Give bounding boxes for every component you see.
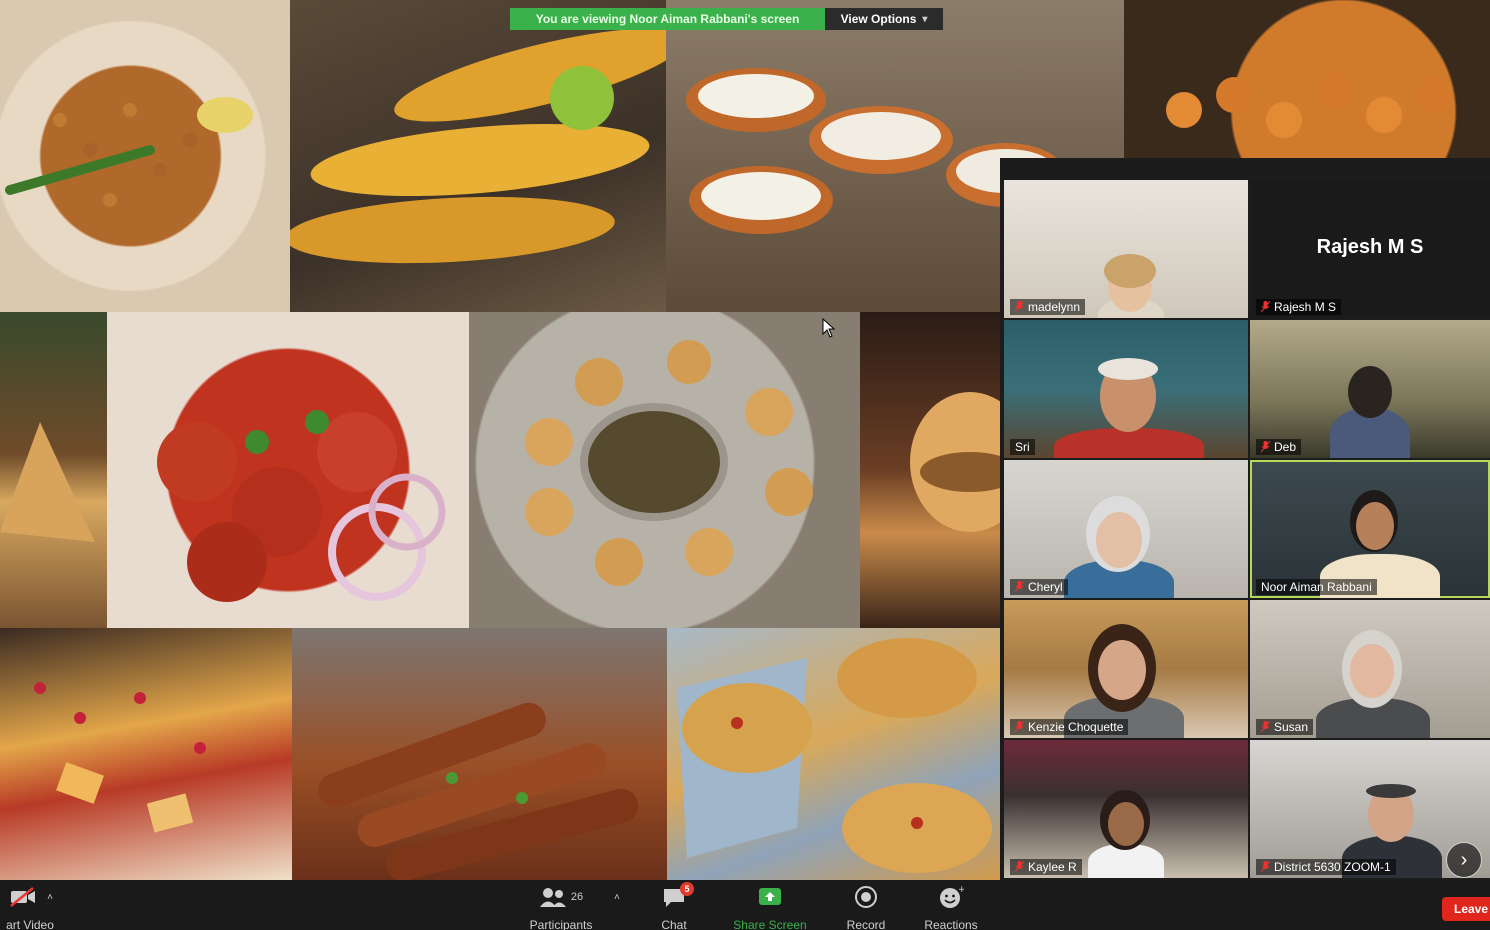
participant-name-tag: District 5630 ZOOM-1 xyxy=(1256,859,1396,875)
participant-name: Kenzie Choquette xyxy=(1028,720,1124,734)
participant-name: Cheryl xyxy=(1028,580,1063,594)
participant-tile[interactable]: Deb xyxy=(1250,320,1490,458)
chat-button[interactable]: 5 Chat xyxy=(652,882,696,930)
participant-name: Susan xyxy=(1274,720,1309,734)
mic-muted-icon xyxy=(1261,441,1270,453)
svg-text:+: + xyxy=(958,885,964,895)
participant-name-tag: madelynn xyxy=(1010,299,1086,315)
participants-count: 26 xyxy=(570,891,584,903)
record-button[interactable]: Record xyxy=(838,884,894,930)
mic-muted-icon xyxy=(1015,861,1024,873)
participant-name-tag: Deb xyxy=(1256,439,1302,455)
participant-tile[interactable]: Kaylee R xyxy=(1004,740,1248,878)
participant-tile[interactable]: Sri xyxy=(1004,320,1248,458)
mic-muted-icon xyxy=(1261,301,1270,313)
photo-seekh-kebab xyxy=(292,628,667,880)
share-screen-label: Share Screen xyxy=(733,918,807,930)
meeting-toolbar: ˄ art Video 26 Participants ˄ 5 Chat Sha… xyxy=(0,880,1490,930)
chat-label: Chat xyxy=(661,918,687,930)
view-options-label: View Options xyxy=(840,12,917,26)
photo-roasted-corn xyxy=(290,0,666,312)
mic-muted-icon xyxy=(1015,581,1024,593)
participant-name-tag: Kenzie Choquette xyxy=(1010,719,1129,735)
mic-muted-icon xyxy=(1015,721,1024,733)
start-video-label: art Video xyxy=(6,918,54,930)
participant-name-tag: Rajesh M S xyxy=(1256,299,1342,315)
mic-muted-icon xyxy=(1261,861,1270,873)
share-screen-button[interactable]: Share Screen xyxy=(726,884,814,930)
participant-name-tag: Susan xyxy=(1256,719,1314,735)
participant-display-name: Rajesh M S xyxy=(1316,236,1424,258)
chat-unread-badge: 5 xyxy=(680,882,694,896)
mic-muted-icon xyxy=(1261,721,1270,733)
photo-chicken-65 xyxy=(107,312,469,628)
photo-papdi-chaat xyxy=(0,628,292,880)
participant-name: Sri xyxy=(1015,440,1030,454)
participant-name: Noor Aiman Rabbani xyxy=(1261,580,1372,594)
participants-label: Participants xyxy=(529,918,593,930)
participant-tile-active-speaker[interactable]: Noor Aiman Rabbani xyxy=(1250,460,1490,598)
participant-tile[interactable]: madelynn xyxy=(1004,180,1248,318)
reactions-button[interactable]: + Reactions xyxy=(918,884,984,930)
photo-samosa xyxy=(0,312,107,628)
chevron-up-icon[interactable]: ˄ xyxy=(47,892,53,903)
photo-chana-chaat xyxy=(0,0,290,312)
participant-tile[interactable]: Cheryl xyxy=(1004,460,1248,598)
photo-kachori xyxy=(1124,0,1490,160)
participant-name-tag: Sri xyxy=(1010,439,1035,455)
viewing-screen-text: You are viewing Noor Aiman Rabbani's scr… xyxy=(535,12,800,26)
photo-vada-pav xyxy=(860,312,1000,628)
participants-icon xyxy=(539,888,566,907)
reactions-icon: + xyxy=(940,885,964,908)
next-page-button[interactable]: › xyxy=(1446,842,1482,878)
mouse-cursor-icon xyxy=(822,318,836,338)
chevron-up-icon[interactable]: ˄ xyxy=(614,892,620,903)
photo-pani-puri xyxy=(469,312,860,628)
participant-name: madelynn xyxy=(1028,300,1081,314)
participants-button[interactable]: 26 Participants xyxy=(524,884,598,930)
share-screen-icon xyxy=(759,888,781,905)
participant-tile[interactable]: Kenzie Choquette xyxy=(1004,600,1248,738)
participant-name: Kaylee R xyxy=(1028,860,1077,874)
viewing-screen-banner: You are viewing Noor Aiman Rabbani's scr… xyxy=(510,8,825,30)
participant-name: Deb xyxy=(1274,440,1297,454)
chevron-right-icon: › xyxy=(1460,848,1468,871)
leave-button[interactable]: Leave xyxy=(1442,897,1490,921)
record-label: Record xyxy=(846,918,886,930)
mic-muted-icon xyxy=(1015,301,1024,313)
video-off-icon xyxy=(10,887,36,907)
participant-name: District 5630 ZOOM-1 xyxy=(1274,860,1391,874)
reactions-label: Reactions xyxy=(924,918,978,930)
participant-name: Rajesh M S xyxy=(1274,300,1337,314)
participant-name-tag: Noor Aiman Rabbani xyxy=(1256,579,1377,595)
participant-gallery: madelynn Rajesh M S Rajesh M S Sri Deb C… xyxy=(1000,158,1490,880)
participant-tile[interactable]: Susan xyxy=(1250,600,1490,738)
participant-tile[interactable]: Rajesh M S Rajesh M S xyxy=(1250,180,1490,318)
start-video-button[interactable]: ˄ art Video xyxy=(0,884,60,930)
photo-bhel-puri xyxy=(667,628,1000,880)
chevron-down-icon: ▾ xyxy=(922,13,928,25)
leave-label: Leave xyxy=(1454,902,1489,916)
participant-name-tag: Kaylee R xyxy=(1010,859,1082,875)
view-options-button[interactable]: View Options ▾ xyxy=(825,8,943,30)
record-icon xyxy=(855,886,877,908)
participant-name-tag: Cheryl xyxy=(1010,579,1068,595)
